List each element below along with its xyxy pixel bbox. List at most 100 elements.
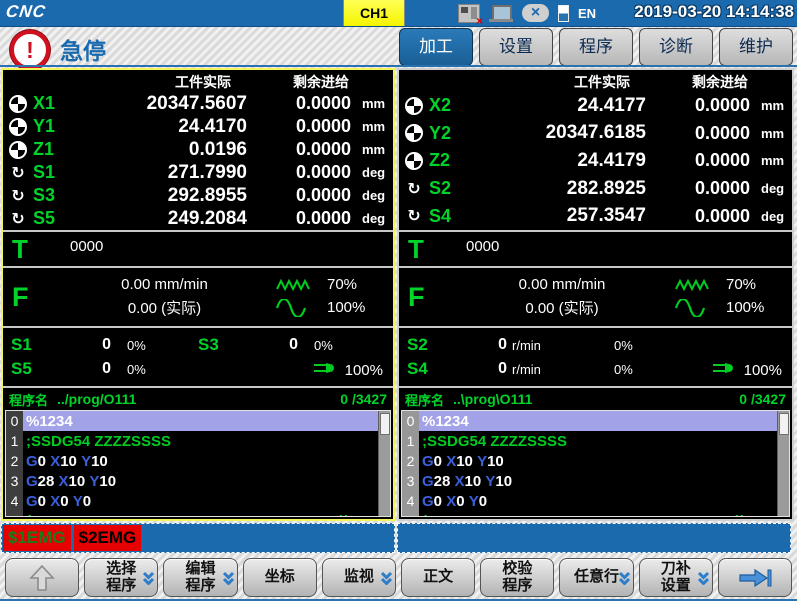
axis-actual-value: 0.0196 (87, 139, 247, 161)
scrollbar[interactable] (777, 411, 789, 516)
line-text: G0 X10 Y10 (419, 451, 777, 471)
feed-programmed-row: 0.00 mm/min70% (450, 276, 792, 293)
program-header: 程序名../prog/O1110 /3427 (3, 386, 393, 410)
toolbar-button-arbitrary-line[interactable]: 任意行 (559, 558, 633, 597)
line-number: 3 (6, 471, 23, 491)
keyboard-icon[interactable] (558, 5, 569, 22)
spindle-row: S20r/min0% (407, 335, 784, 355)
main-tab-2[interactable]: 设置 (479, 28, 553, 66)
program-line[interactable]: 4G0 X0 Y0 (402, 491, 777, 511)
spindle-S3: S300% (198, 335, 385, 355)
axis-remain-value: 0.0000 (646, 206, 750, 227)
spindle-name: S1 (11, 335, 45, 355)
program-line[interactable]: 1;SSDG54 ZZZZSSSS (402, 431, 777, 451)
axis-unit: mm (750, 126, 792, 141)
line-text: G0 X0 Y0 (419, 491, 777, 511)
axis-unit: mm (351, 96, 393, 111)
feed-programmed: 0.00 mm/min (54, 276, 275, 293)
machine-offline-icon[interactable] (458, 4, 480, 23)
spindle-name: S5 (11, 359, 45, 379)
axis-name: S4 (429, 206, 483, 227)
main-tab-1[interactable]: 加工 (399, 28, 473, 66)
axis-header: 工件实际剩余进给 (399, 72, 792, 92)
language-indicator[interactable]: EN (578, 6, 596, 21)
program-line[interactable]: 1;SSDG54 ZZZZSSSS (6, 431, 378, 451)
chevron-down-icon (618, 571, 631, 585)
program-line[interactable]: 0%1234 (402, 411, 777, 431)
spindle-speed: 0 (441, 360, 507, 378)
alarm-bar-channel-1: $1EMG$2EMG (1, 523, 395, 553)
spindle-section: S20r/min0%S40r/min0%100% (399, 326, 792, 386)
axis-name: Z2 (429, 150, 483, 171)
linear-axis-icon (405, 97, 423, 115)
axis-row-S2: ↻S2282.89250.0000deg (399, 178, 792, 200)
spindle-load-percent: 0% (314, 338, 333, 353)
program-line[interactable]: 2G0 X10 Y10 (6, 451, 378, 471)
axis-row-S3: ↻S3292.89550.0000deg (3, 185, 393, 207)
up-arrow-icon (29, 563, 55, 593)
tool-number: 0000 (70, 238, 103, 255)
scrollbar-thumb[interactable] (380, 413, 390, 435)
axis-header-actual: 工件实际 (87, 72, 247, 92)
program-line[interactable]: 3G28 X10 Y10 (402, 471, 777, 491)
chevron-down-icon (380, 571, 393, 585)
program-header: 程序名..\prog\O1110 /3427 (399, 386, 792, 410)
toolbar-button-select-program[interactable]: 选择 程序 (84, 558, 158, 597)
program-path: ..\prog\O111 (453, 391, 532, 407)
pc-icon[interactable] (489, 5, 513, 22)
channel-2-panel: 工件实际剩余进给X224.41770.0000mmY220347.61850.0… (397, 68, 794, 521)
spindle-unit: r/min (507, 362, 558, 377)
feed-wave-icon (674, 299, 726, 317)
axis-row-Z1: Z10.01960.0000mm (3, 139, 393, 161)
axis-section: 工件实际剩余进给X120347.56070.0000mmY124.41700.0… (3, 70, 393, 230)
axis-name: X1 (33, 93, 87, 114)
toolbar-label: 编辑 程序 (186, 561, 216, 595)
toolbar-button-coordinates[interactable]: 坐标 (243, 558, 317, 597)
line-number: 1 (402, 431, 419, 451)
scrollbar-thumb[interactable] (779, 413, 789, 435)
tool-section: T0000 (399, 230, 792, 266)
spindle-override-icon (312, 361, 338, 380)
feed-wave-icon (275, 299, 327, 317)
axis-remain-value: 0.0000 (247, 139, 351, 160)
program-line[interactable]: 5(PROGRAM NAME - HQ063 - DI530rи2.5 D02)… (402, 511, 777, 517)
toolbar-button-text-body[interactable]: 正文 (401, 558, 475, 597)
channel-tab[interactable]: CH1 (343, 0, 405, 26)
scrollbar[interactable] (378, 411, 390, 516)
program-line[interactable]: 0%1234 (6, 411, 378, 431)
tool-label: T (399, 236, 450, 262)
program-line[interactable]: 5(PROGRAM NAME - HQ063 - DI530rи2.5 D02)… (6, 511, 378, 517)
toolbar-button-verify-program[interactable]: 校验 程序 (480, 558, 554, 597)
program-line[interactable]: 4G0 X0 Y0 (6, 491, 378, 511)
cnc-hmi-screen: CNC CH1 EN 2019-03-20 14:14:38 急停 加工设置程序… (0, 0, 797, 601)
line-number: 0 (402, 411, 419, 431)
axis-remain-value: 0.0000 (646, 95, 750, 116)
program-listing: 0%12341;SSDG54 ZZZZSSSS2G0 X10 Y103G28 X… (401, 410, 790, 517)
softkey-toolbar: 选择 程序 编辑 程序坐标监视 正文 校验 程序任意行刀补 设置 (0, 556, 797, 599)
spindle-S1: S100% (11, 335, 198, 355)
toolbar-button-nav-up[interactable] (5, 558, 79, 597)
toolbar-button-tool-comp-settings[interactable]: 刀补 设置 (639, 558, 713, 597)
toolbar-button-monitor[interactable]: 监视 (322, 558, 396, 597)
toolbar-label: 选择 程序 (106, 561, 136, 595)
axis-name: S5 (33, 208, 87, 229)
program-line[interactable]: 2G0 X10 Y10 (402, 451, 777, 471)
close-icon[interactable] (522, 4, 549, 22)
main-tab-4[interactable]: 诊断 (639, 28, 713, 66)
axis-actual-value: 20347.6185 (483, 122, 646, 144)
axis-row-Y2: Y220347.61850.0000mm (399, 122, 792, 144)
axis-remain-value: 0.0000 (646, 123, 750, 144)
main-tab-5[interactable]: 维护 (719, 28, 793, 66)
spindle-speed: 0 (441, 336, 507, 354)
spindle-load-percent: 0% (127, 362, 146, 377)
feed-label: F (3, 284, 54, 311)
axis-actual-value: 24.4170 (87, 116, 247, 138)
program-line[interactable]: 3G28 X10 Y10 (6, 471, 378, 491)
chevron-down-icon (222, 571, 235, 585)
system-tray: EN (458, 3, 596, 23)
toolbar-label: 正文 (423, 569, 453, 586)
toolbar-button-next-page[interactable] (718, 558, 792, 597)
toolbar-button-edit-program[interactable]: 编辑 程序 (163, 558, 237, 597)
axis-header-remain: 剩余进给 (247, 72, 351, 92)
main-tab-3[interactable]: 程序 (559, 28, 633, 66)
